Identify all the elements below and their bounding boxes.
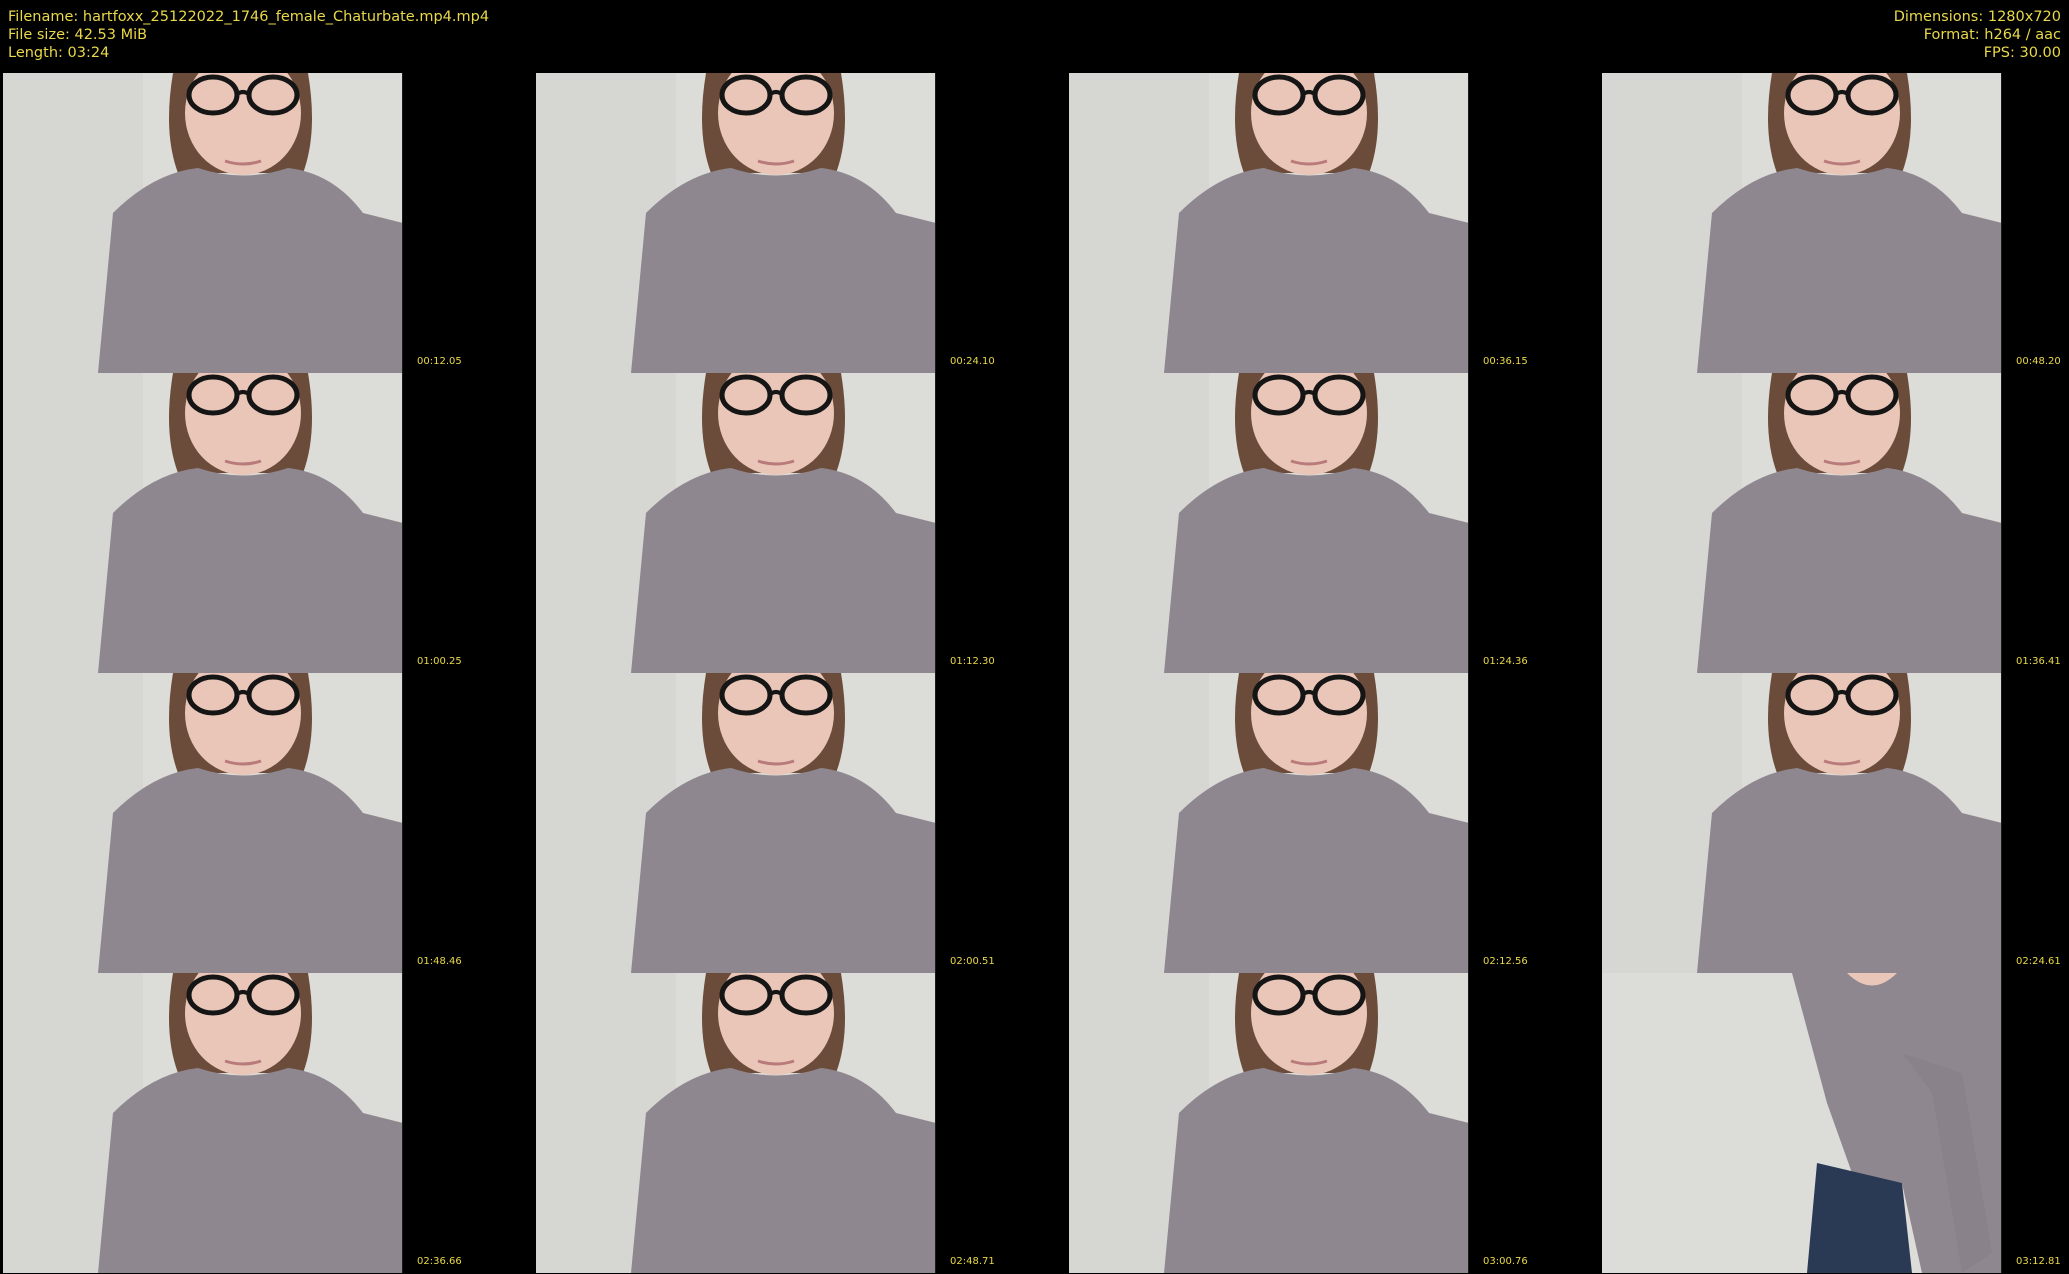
video-frame-image: [1602, 73, 2002, 373]
thumbnail-cell: 02:36.66: [0, 973, 533, 1273]
timestamp-label: 03:00.76: [1483, 1256, 1528, 1267]
timestamp-label: 02:36.66: [417, 1256, 462, 1267]
video-frame-image: [536, 973, 936, 1273]
filesize-label: File size: 42.53 MiB: [8, 27, 148, 43]
video-frame-image: [3, 373, 403, 673]
thumbnail-cell: 02:48.71: [533, 973, 1066, 1273]
format-label: Format: h264 / aac: [1923, 27, 2061, 43]
video-frame-image: [1069, 673, 1469, 973]
timestamp-label: 02:00.51: [950, 956, 995, 967]
fps-label: FPS: 30.00: [1983, 45, 2061, 61]
thumbnail-grid: 00:12.05 00:24.10 00:36.15 00:48.20 01:0…: [0, 73, 2069, 1274]
video-frame-image: [1069, 973, 1469, 1273]
thumbnail-cell: 00:36.15: [1066, 73, 1599, 373]
video-frame-image: [1602, 373, 2002, 673]
thumbnail-cell: 01:48.46: [0, 673, 533, 973]
timestamp-label: 00:24.10: [950, 356, 995, 367]
thumbnail-cell: 01:00.25: [0, 373, 533, 673]
length-label: Length: 03:24: [8, 45, 110, 61]
thumbnail-cell: 01:36.41: [1599, 373, 2069, 673]
thumbnail-cell: 01:12.30: [533, 373, 1066, 673]
timestamp-label: 01:12.30: [950, 656, 995, 667]
thumbnail-cell: 00:48.20: [1599, 73, 2069, 373]
filename-label: Filename: hartfoxx_25122022_1746_female_…: [8, 9, 490, 25]
video-frame-image: [3, 973, 403, 1273]
thumbnail-cell: 03:12.81: [1599, 973, 2069, 1273]
thumbnail-cell: 02:12.56: [1066, 673, 1599, 973]
timestamp-label: 00:48.20: [2016, 356, 2061, 367]
video-info-left: Filename: hartfoxx_25122022_1746_female_…: [8, 8, 489, 62]
video-frame-image: [536, 673, 936, 973]
thumbnail-cell: 01:24.36: [1066, 373, 1599, 673]
timestamp-label: 01:36.41: [2016, 656, 2061, 667]
thumbnail-cell: 00:24.10: [533, 73, 1066, 373]
timestamp-label: 02:48.71: [950, 1256, 995, 1267]
video-info-right: Dimensions: 1280x720 Format: h264 / aac …: [1894, 8, 2061, 62]
video-frame-image: [536, 373, 936, 673]
thumbnail-cell: 03:00.76: [1066, 973, 1599, 1273]
timestamp-label: 01:00.25: [417, 656, 462, 667]
video-frame-image: [3, 73, 403, 373]
thumbnail-cell: 00:12.05: [0, 73, 533, 373]
timestamp-label: 02:12.56: [1483, 956, 1528, 967]
thumbnail-cell: 02:00.51: [533, 673, 1066, 973]
video-frame-image: [1069, 373, 1469, 673]
video-frame-image: [1602, 673, 2002, 973]
video-frame-image: [1069, 73, 1469, 373]
video-frame-image: [3, 673, 403, 973]
timestamp-label: 01:24.36: [1483, 656, 1528, 667]
timestamp-label: 03:12.81: [2016, 1256, 2061, 1267]
timestamp-label: 00:36.15: [1483, 356, 1528, 367]
timestamp-label: 01:48.46: [417, 956, 462, 967]
thumbnail-cell: 02:24.61: [1599, 673, 2069, 973]
video-frame-image: [1602, 973, 2002, 1273]
timestamp-label: 00:12.05: [417, 356, 462, 367]
dimensions-label: Dimensions: 1280x720: [1893, 9, 2061, 25]
timestamp-label: 02:24.61: [2016, 956, 2061, 967]
video-frame-image: [536, 73, 936, 373]
